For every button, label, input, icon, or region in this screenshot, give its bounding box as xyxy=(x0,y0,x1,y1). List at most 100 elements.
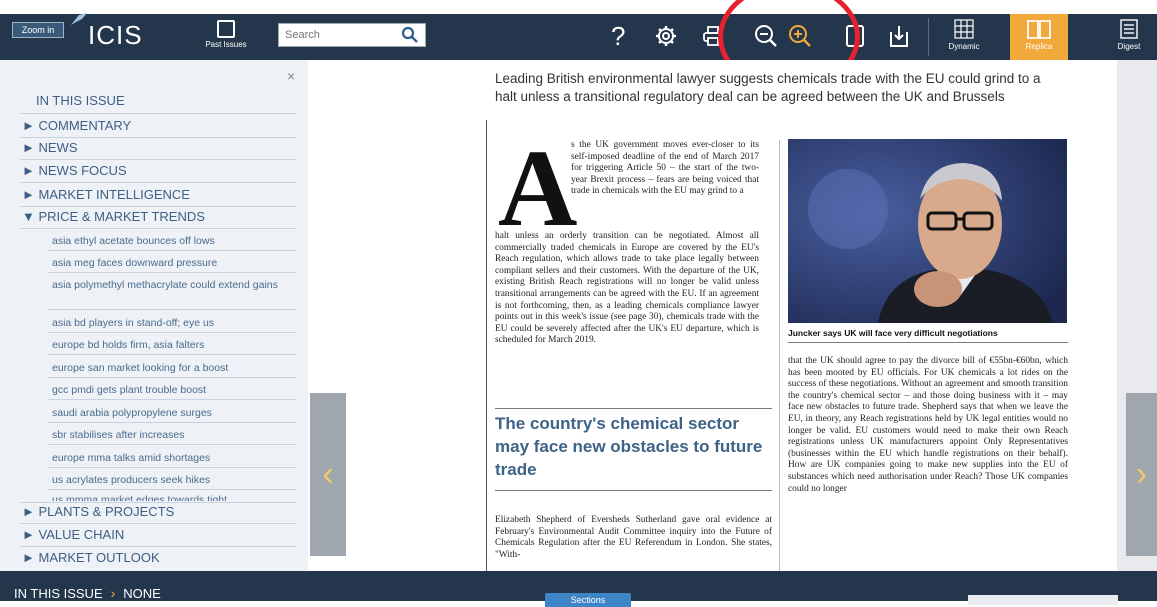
help-icon[interactable]: ? xyxy=(604,22,632,50)
expand-arrow-icon: ► xyxy=(22,504,35,519)
toc-title[interactable]: IN THIS ISSUE xyxy=(36,93,125,108)
toc-divider xyxy=(48,250,296,251)
breadcrumb: IN THIS ISSUE › NONE xyxy=(14,585,161,601)
toc-item-label: VALUE CHAIN xyxy=(38,527,125,542)
past-issues-button[interactable]: Past Issues xyxy=(205,20,247,54)
toc-subitem[interactable]: saudi arabia polypropylene surges xyxy=(52,406,292,420)
column-divider xyxy=(779,140,780,571)
chevron-left-icon: ‹ xyxy=(322,455,334,493)
table-of-contents: × IN THIS ISSUE ► COMMENTARY ► NEWS ► NE… xyxy=(0,60,308,571)
toc-divider xyxy=(48,272,296,273)
toc-item-plants-projects[interactable]: ► PLANTS & PROJECTS xyxy=(22,504,174,519)
view-replica-button[interactable]: Replica xyxy=(1010,14,1068,60)
pullquote-rule xyxy=(495,490,772,491)
toc-divider xyxy=(20,228,296,229)
toc-subitem[interactable]: europe san market looking for a boost xyxy=(52,361,292,375)
search-input[interactable] xyxy=(279,24,401,46)
toc-item-commentary[interactable]: ► COMMENTARY xyxy=(22,118,131,133)
toc-item-label: NEWS xyxy=(38,140,78,155)
toc-subitem[interactable]: asia polymethyl methacrylate could exten… xyxy=(52,278,292,292)
icis-logo[interactable]: ICIS xyxy=(71,13,144,50)
page-strip[interactable] xyxy=(968,595,1118,605)
view-dynamic-label: Dynamic xyxy=(948,42,980,51)
toc-item-market-outlook[interactable]: ► MARKET OUTLOOK xyxy=(22,550,160,565)
search-icon[interactable] xyxy=(401,26,419,44)
logo-text: ICIS xyxy=(88,20,143,50)
photo-caption: Juncker says UK will face very difficult… xyxy=(788,328,998,338)
toc-divider xyxy=(48,377,296,378)
logo-feather-icon xyxy=(71,13,87,25)
close-sidebar-icon[interactable]: × xyxy=(287,68,295,84)
magazine-page: Leading British environmental lawyer sug… xyxy=(486,60,1117,571)
toc-subitem[interactable]: asia meg faces downward pressure xyxy=(52,256,292,270)
toc-subitem[interactable]: asia bd players in stand-off; eye us xyxy=(52,316,292,330)
zoom-in-icon[interactable] xyxy=(786,22,814,50)
toc-divider xyxy=(20,137,296,138)
toc-subitem[interactable]: europe bd holds firm, asia falters xyxy=(52,338,292,352)
expand-arrow-icon: ► xyxy=(22,550,35,565)
article-photo xyxy=(788,139,1067,323)
toc-divider xyxy=(20,159,296,160)
toc-item-label: PLANTS & PROJECTS xyxy=(38,504,175,519)
toc-item-label: NEWS FOCUS xyxy=(38,163,127,178)
toc-subitem[interactable]: gcc pmdi gets plant trouble boost xyxy=(52,383,292,397)
toc-divider xyxy=(48,354,296,355)
article-standfirst: Leading British environmental lawyer sug… xyxy=(495,71,1041,104)
print-icon[interactable] xyxy=(699,22,727,50)
view-replica-label: Replica xyxy=(1025,42,1053,51)
toc-item-news-focus[interactable]: ► NEWS FOCUS xyxy=(22,163,127,178)
article-body: that the UK should agree to pay the divo… xyxy=(788,356,1068,494)
toc-divider xyxy=(20,182,296,183)
svg-text:?: ? xyxy=(611,23,625,49)
article-body: Elizabeth Shepherd of Eversheds Sutherla… xyxy=(495,515,772,560)
toc-item-market-intelligence[interactable]: ► MARKET INTELLIGENCE xyxy=(22,187,190,202)
view-dynamic-button[interactable]: Dynamic xyxy=(938,14,990,60)
page-edge-line xyxy=(486,120,487,571)
toc-divider xyxy=(48,332,296,333)
download-icon[interactable] xyxy=(885,22,913,50)
toc-divider xyxy=(48,467,296,468)
toc-item-label: COMMENTARY xyxy=(38,118,132,133)
toc-subitem[interactable]: us acrylates producers seek hikes xyxy=(52,473,292,487)
breadcrumb-root[interactable]: IN THIS ISSUE xyxy=(14,586,103,601)
toolbar-divider xyxy=(928,18,929,56)
pullquote-rule xyxy=(495,408,772,409)
bottom-bar: IN THIS ISSUE › NONE Sections xyxy=(0,571,1157,607)
breadcrumb-current: NONE xyxy=(123,586,161,601)
toc-subitem[interactable]: europe mma talks amid shortages xyxy=(52,451,292,465)
toc-item-value-chain[interactable]: ► VALUE CHAIN xyxy=(22,527,124,542)
zoom-out-icon[interactable] xyxy=(752,22,780,50)
breadcrumb-chevron-icon: › xyxy=(110,585,116,601)
toc-divider xyxy=(48,309,296,310)
toc-item-label: MARKET OUTLOOK xyxy=(38,550,160,565)
view-digest-label: Digest xyxy=(1117,42,1141,51)
toc-subitem[interactable]: sbr stabilises after increases xyxy=(52,428,292,442)
search-box xyxy=(278,23,426,47)
toc-item-news[interactable]: ► NEWS xyxy=(22,140,78,155)
previous-page-button[interactable]: ‹ xyxy=(310,393,346,556)
drop-cap: A xyxy=(498,127,578,249)
article-intro: s the UK government moves ever-closer to… xyxy=(571,140,759,197)
view-digest-button[interactable]: Digest xyxy=(1103,14,1155,60)
expand-arrow-icon: ► xyxy=(22,163,35,178)
grid-icon xyxy=(954,19,974,39)
next-page-button[interactable]: › xyxy=(1126,393,1157,556)
pullquote: The country's chemical sector may face n… xyxy=(495,414,763,479)
article-body: halt unless an orderly transition can be… xyxy=(495,231,759,346)
digest-icon xyxy=(1120,19,1138,39)
toc-item-label: MARKET INTELLIGENCE xyxy=(38,187,190,202)
sections-tab[interactable]: Sections xyxy=(545,593,631,607)
expand-arrow-icon: ► xyxy=(22,118,35,133)
single-page-icon[interactable] xyxy=(841,22,869,50)
toc-subitem[interactable]: us mmma market edges towards tight xyxy=(52,493,292,501)
toc-subitem[interactable]: asia ethyl acetate bounces off lows xyxy=(52,234,292,248)
toc-divider xyxy=(20,523,296,524)
toc-divider xyxy=(20,546,296,547)
past-issues-label: Past Issues xyxy=(205,40,247,49)
toc-item-price-market-trends[interactable]: ▼ PRICE & MARKET TRENDS xyxy=(22,209,205,224)
zoom-in-label[interactable]: Zoom in xyxy=(12,22,64,38)
toc-item-label: PRICE & MARKET TRENDS xyxy=(38,209,205,224)
collapse-arrow-icon: ▼ xyxy=(22,209,35,224)
settings-icon[interactable] xyxy=(652,22,680,50)
portrait-image xyxy=(788,139,1067,323)
